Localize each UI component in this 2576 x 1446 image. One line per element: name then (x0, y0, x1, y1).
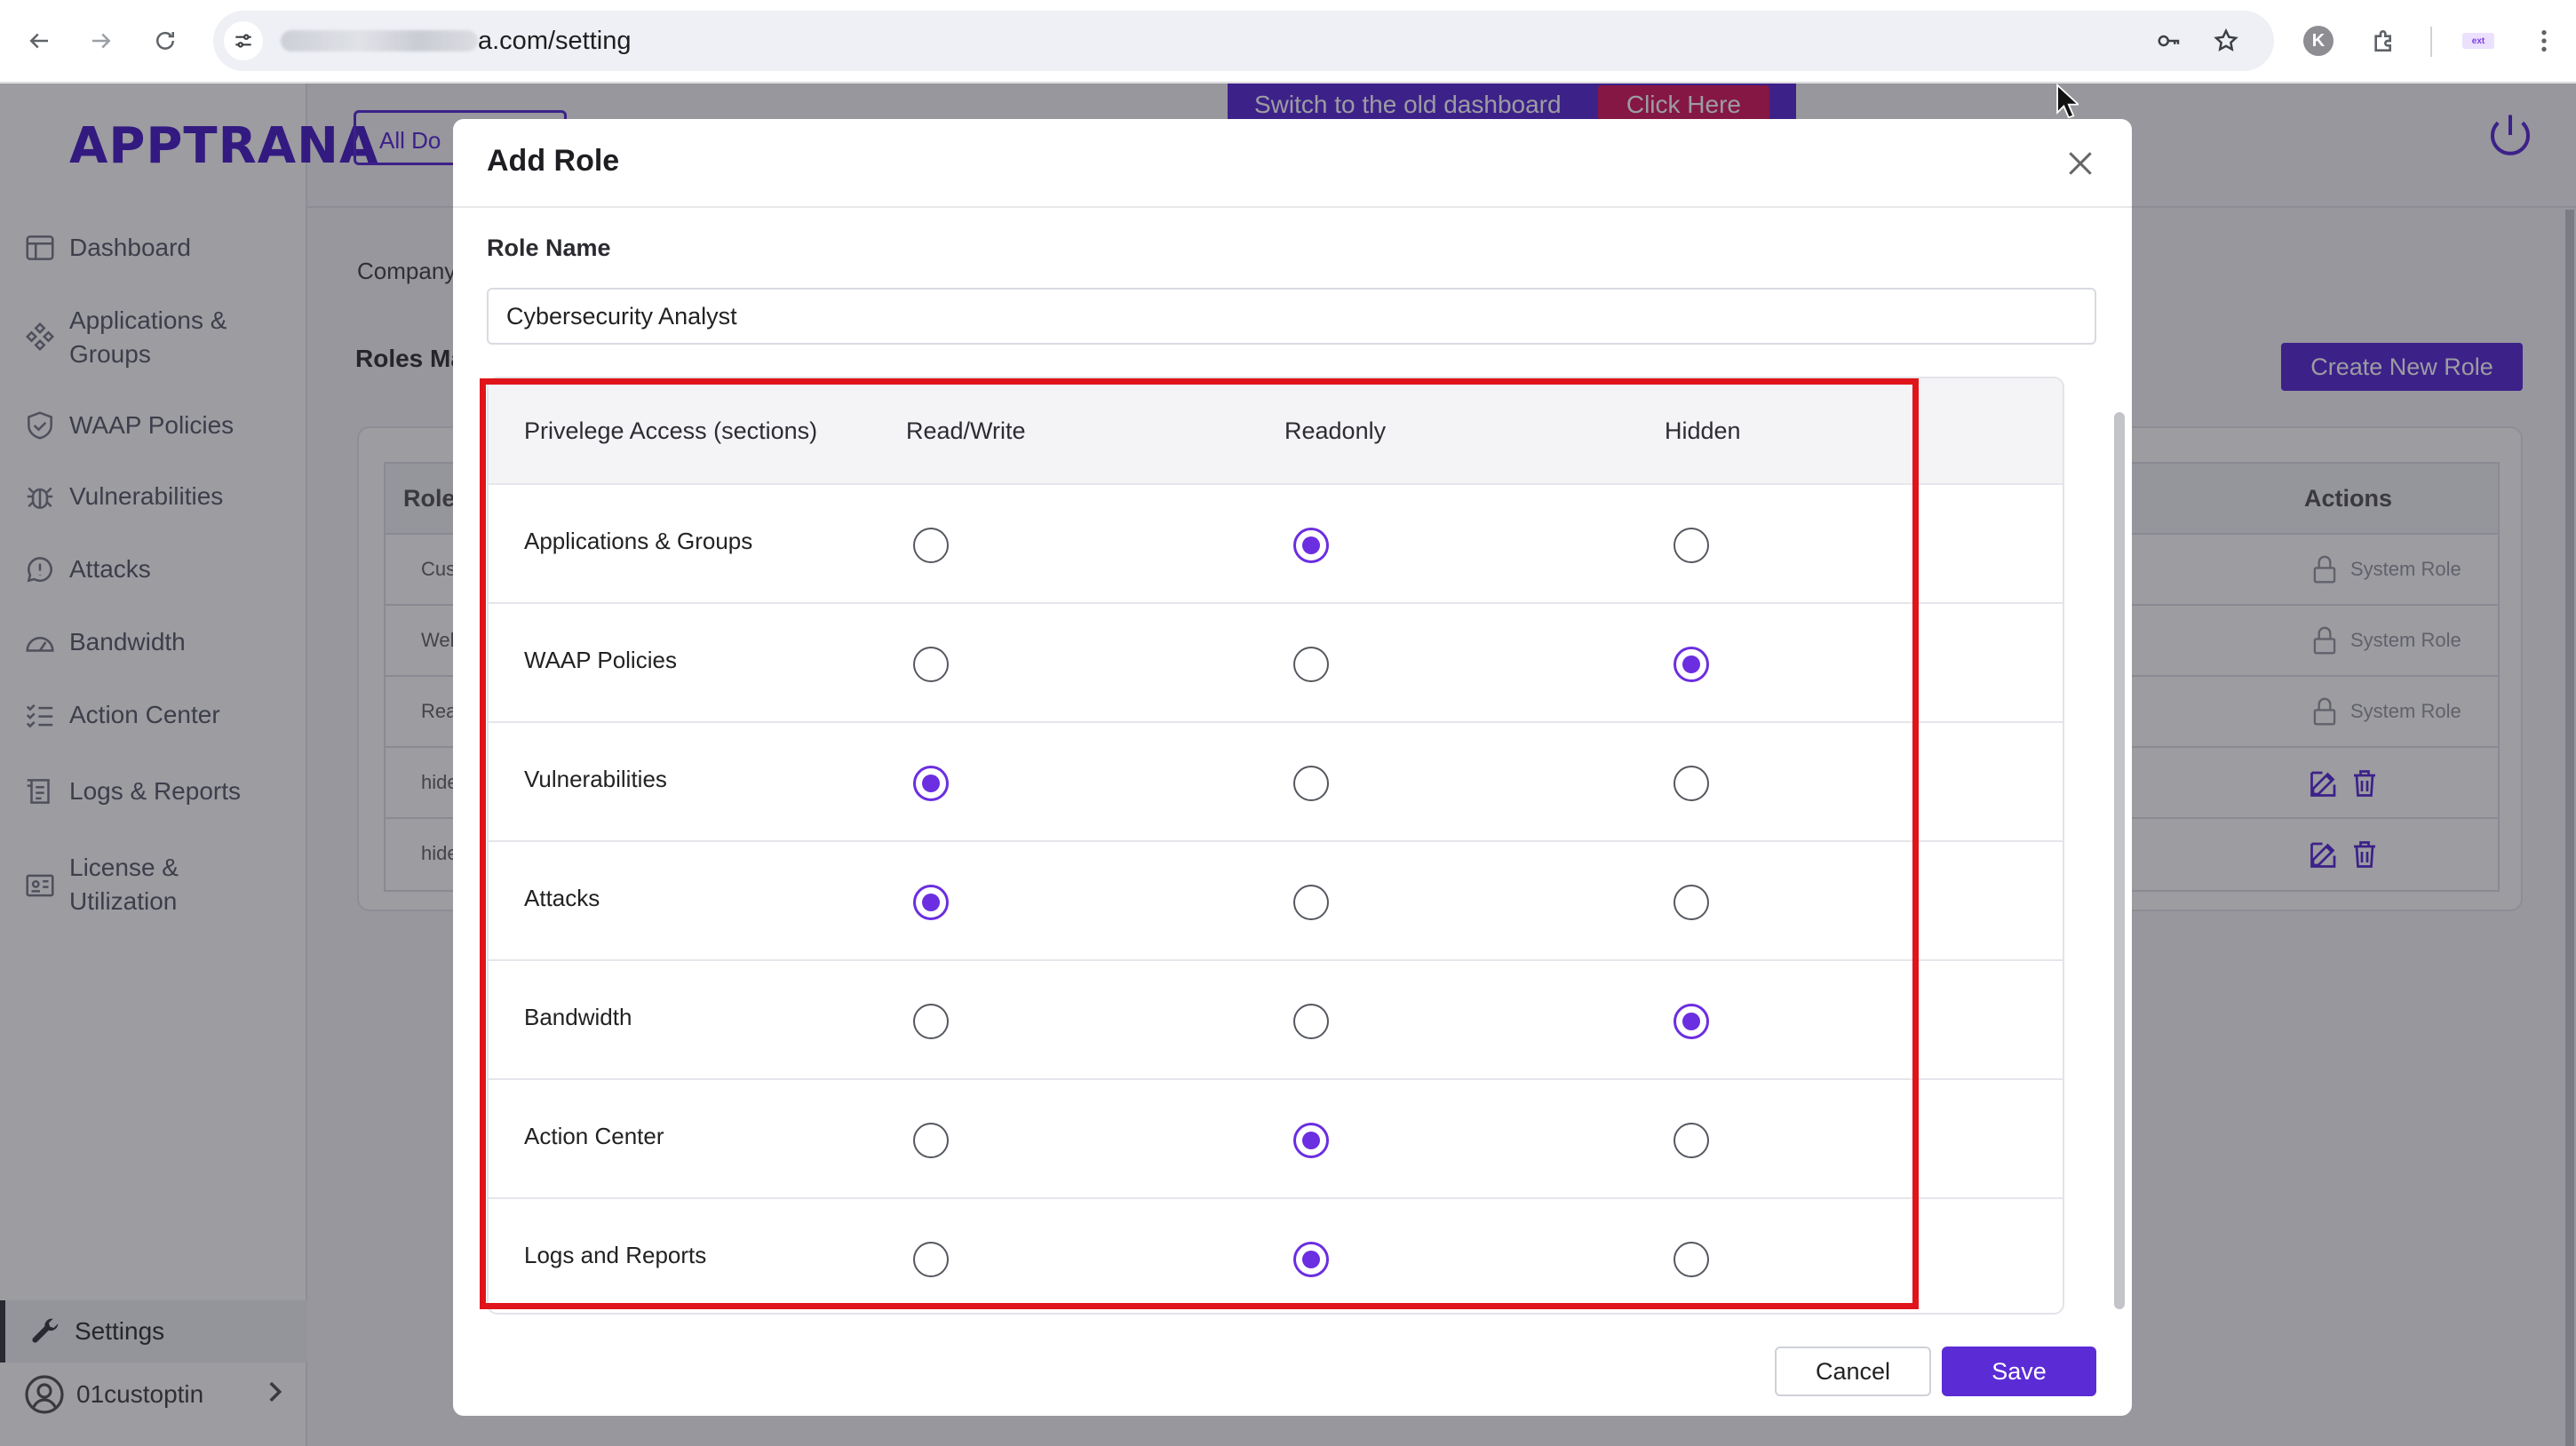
mouse-cursor-icon (2056, 83, 2079, 119)
radio-read-write[interactable] (913, 885, 949, 920)
radio-read-write[interactable] (913, 528, 949, 563)
cancel-button[interactable]: Cancel (1775, 1347, 1931, 1396)
reload-icon[interactable] (146, 21, 185, 60)
save-button[interactable]: Save (1942, 1347, 2096, 1396)
radio-readonly[interactable] (1293, 647, 1329, 682)
url-redacted (281, 30, 478, 52)
radio-hidden[interactable] (1674, 1123, 1709, 1158)
add-role-modal: Add Role Role Name Privelege Access (sec… (453, 119, 2132, 1416)
role-name-label: Role Name (487, 234, 611, 261)
url-text: a.com/setting (478, 27, 632, 55)
privilege-section-label: Applications & Groups (524, 528, 753, 554)
header-section: Privelege Access (sections) (524, 417, 818, 444)
privilege-row: Logs and Reports (489, 1197, 2063, 1313)
privilege-section-label: Vulnerabilities (524, 766, 667, 792)
profile-avatar[interactable]: K (2299, 21, 2338, 60)
toolbar-separator (2430, 27, 2432, 57)
header-hidden: Hidden (1665, 417, 1741, 444)
address-bar[interactable]: a.com/setting (213, 11, 2274, 71)
privilege-section-label: Logs and Reports (524, 1242, 707, 1268)
privilege-section-label: Attacks (524, 885, 600, 911)
radio-hidden[interactable] (1674, 885, 1709, 920)
divider (453, 206, 2132, 208)
privilege-section-label: WAAP Policies (524, 647, 677, 673)
browser-toolbar: a.com/setting K ext (0, 0, 2576, 83)
privilege-row: Action Center (489, 1078, 2063, 1197)
forward-icon[interactable] (82, 21, 121, 60)
modal-title: Add Role (487, 144, 620, 178)
radio-read-write[interactable] (913, 647, 949, 682)
radio-read-write[interactable] (913, 1242, 949, 1277)
header-read-write: Read/Write (906, 417, 1026, 444)
radio-readonly[interactable] (1293, 766, 1329, 801)
bookmark-star-icon[interactable] (2208, 23, 2244, 59)
radio-readonly[interactable] (1293, 1123, 1329, 1158)
privilege-table: Privelege Access (sections) Read/Write R… (487, 377, 2064, 1315)
radio-hidden[interactable] (1674, 766, 1709, 801)
site-info-icon[interactable] (224, 21, 263, 60)
privilege-row: Applications & Groups (489, 483, 2063, 602)
privilege-row: Attacks (489, 840, 2063, 959)
close-icon[interactable] (2063, 146, 2098, 181)
radio-read-write[interactable] (913, 1004, 949, 1039)
privilege-section-label: Bandwidth (524, 1004, 632, 1030)
privilege-row: Bandwidth (489, 959, 2063, 1078)
privilege-row: WAAP Policies (489, 602, 2063, 721)
extension-icon[interactable]: ext (2459, 21, 2498, 60)
role-name-input[interactable] (487, 288, 2096, 345)
radio-hidden[interactable] (1674, 1004, 1709, 1039)
privilege-section-label: Action Center (524, 1123, 664, 1149)
password-key-icon[interactable] (2151, 23, 2187, 59)
header-readonly: Readonly (1284, 417, 1387, 444)
radio-hidden[interactable] (1674, 1242, 1709, 1277)
privilege-table-header: Privelege Access (sections) Read/Write R… (489, 378, 2063, 483)
radio-read-write[interactable] (913, 1123, 949, 1158)
privilege-row: Vulnerabilities (489, 721, 2063, 840)
radio-readonly[interactable] (1293, 528, 1329, 563)
radio-hidden[interactable] (1674, 528, 1709, 563)
extensions-puzzle-icon[interactable] (2365, 21, 2404, 60)
browser-menu-icon[interactable] (2524, 21, 2564, 60)
radio-read-write[interactable] (913, 766, 949, 801)
radio-readonly[interactable] (1293, 1242, 1329, 1277)
radio-readonly[interactable] (1293, 885, 1329, 920)
back-icon[interactable] (20, 21, 59, 60)
radio-readonly[interactable] (1293, 1004, 1329, 1039)
radio-hidden[interactable] (1674, 647, 1709, 682)
modal-scrollbar[interactable] (2114, 412, 2125, 1309)
